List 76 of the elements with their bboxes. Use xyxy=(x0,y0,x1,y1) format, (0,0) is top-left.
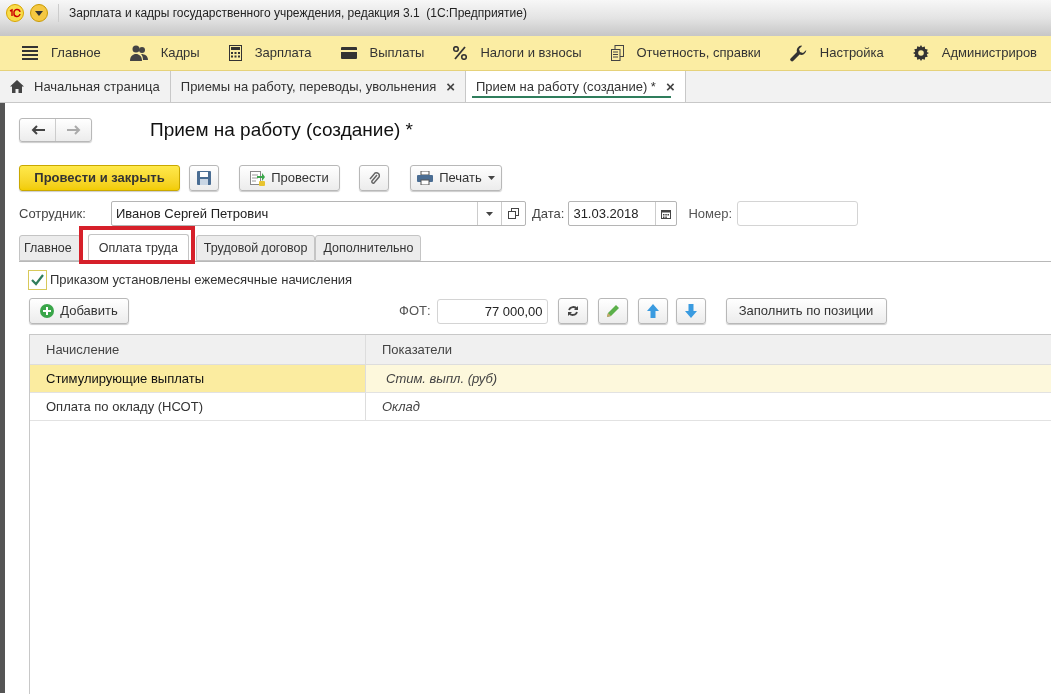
table-cell: Оплата по окладу (НСОТ) xyxy=(30,393,366,420)
table-row[interactable]: Стимулирующие выплаты Стим. выпл. (руб) xyxy=(30,365,1051,393)
wallet-icon xyxy=(340,47,357,59)
employee-field[interactable]: Иванов Сергей Петрович xyxy=(111,201,526,226)
employee-label: Сотрудник: xyxy=(19,204,87,223)
table-row[interactable]: Оплата по окладу (НСОТ) Оклад xyxy=(30,393,1051,421)
gear-icon xyxy=(912,45,929,61)
checkbox[interactable] xyxy=(28,270,47,290)
save-button[interactable] xyxy=(189,165,219,191)
wrench-icon xyxy=(789,44,807,62)
form-title: Прием на работу (создание) * xyxy=(150,117,413,142)
pencil-icon xyxy=(605,304,620,318)
fot-label: ФОТ: xyxy=(399,302,431,321)
table-cell-text: Оклад xyxy=(381,397,421,416)
post-and-close-button[interactable]: Провести и закрыть xyxy=(19,165,180,191)
calculator-icon xyxy=(228,45,242,61)
close-button[interactable]: × xyxy=(665,79,675,94)
edit-button[interactable] xyxy=(597,298,628,324)
column-header[interactable]: Начисление xyxy=(30,335,366,364)
form-tab[interactable]: Оплата труда xyxy=(87,234,189,262)
section-menu-item[interactable]: Главное xyxy=(22,43,101,63)
add-button[interactable]: Добавить xyxy=(29,298,129,324)
date-label: Дата: xyxy=(532,204,565,223)
documents-icon xyxy=(610,45,624,61)
table-cell-text: Стим. выпл. (руб) xyxy=(385,369,499,388)
checkmark-icon xyxy=(31,274,44,286)
tab-label: Приемы на работу, переводы, увольнения xyxy=(180,77,437,96)
document-arrow-icon xyxy=(250,170,266,186)
move-up-button[interactable] xyxy=(637,298,668,324)
left-arrow-icon xyxy=(30,125,45,135)
fot-field[interactable]: 77 000,00 xyxy=(436,298,548,324)
people-icon xyxy=(129,45,148,61)
calendar-icon xyxy=(661,208,672,219)
paperclip-icon xyxy=(368,171,380,185)
right-arrow-icon xyxy=(66,125,81,135)
up-arrow-icon xyxy=(646,304,659,318)
move-down-button[interactable] xyxy=(675,298,706,324)
column-header[interactable]: Показатели xyxy=(366,335,1051,364)
window-title: Зарплата и кадры государственного учреждения, редакция 3.1 (1С:Предприятие) xyxy=(69,5,527,22)
printer-icon xyxy=(417,171,434,185)
date-field[interactable]: 31.03.2018 xyxy=(568,201,678,226)
fill-by-position-button[interactable]: Заполнить по позиции xyxy=(725,298,887,324)
refresh-button[interactable] xyxy=(557,298,588,324)
plus-circle-icon xyxy=(40,304,55,318)
caret-icon xyxy=(487,176,495,180)
app-logo-icon xyxy=(6,4,24,22)
refresh-icon xyxy=(566,305,579,317)
section-menu-item[interactable]: Настройка xyxy=(789,43,884,63)
caret-icon xyxy=(35,10,43,16)
section-menu-item[interactable]: Администриров xyxy=(912,43,1038,63)
tab-label: Прием на работу (создание) * xyxy=(475,77,656,96)
main-menu-button[interactable] xyxy=(30,4,48,22)
attach-button[interactable] xyxy=(359,165,389,191)
section-menu-item[interactable]: Зарплата xyxy=(228,43,312,63)
open-window-icon xyxy=(508,208,519,219)
number-field[interactable] xyxy=(737,201,859,226)
checkbox-label: Приказом установлены ежемесячные начисления xyxy=(50,271,353,290)
print-button[interactable]: Печать xyxy=(410,165,502,191)
close-button[interactable]: × xyxy=(446,79,455,94)
form-tab[interactable]: Главное xyxy=(19,235,81,261)
table-cell: Стимулирующие выплаты xyxy=(30,365,366,392)
section-menu-item[interactable]: Налоги и взносы xyxy=(453,43,582,63)
post-button[interactable]: Провести xyxy=(239,165,340,191)
dropdown-icon xyxy=(486,211,493,216)
form-tab[interactable]: Трудовой договор xyxy=(195,235,316,261)
section-menu-item[interactable]: Кадры xyxy=(129,43,200,63)
tab-label: Начальная страница xyxy=(34,77,160,96)
percent-icon xyxy=(453,46,468,60)
open-tab[interactable]: Прием на работу (создание) * × xyxy=(465,71,686,102)
section-menu-item[interactable]: Отчетность, справки xyxy=(610,43,761,63)
section-menu-item[interactable]: Выплаты xyxy=(340,43,425,63)
home-icon xyxy=(10,80,24,93)
form-tab[interactable]: Дополнительно xyxy=(315,235,422,261)
number-label: Номер: xyxy=(688,204,733,223)
menu-icon xyxy=(22,46,38,60)
down-arrow-icon xyxy=(684,304,697,318)
